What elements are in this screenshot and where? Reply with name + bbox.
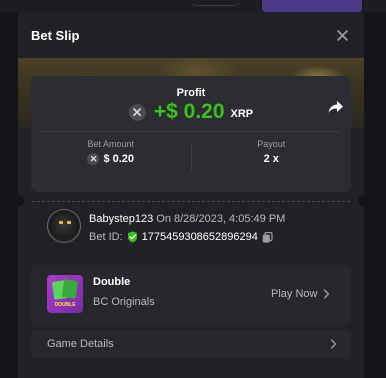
profit-row: +$ 0.20 XRP: [31, 98, 351, 126]
bet-id-line: Bet ID: 1775459308652896294: [89, 231, 273, 243]
avatar-eye: [67, 221, 71, 224]
game-name: Double: [93, 276, 131, 288]
payout-value: 2 x: [263, 153, 279, 165]
bet-time: On 8/28/2023, 4:05:49 PM: [156, 213, 286, 225]
share-button[interactable]: [327, 99, 345, 115]
play-now-button[interactable]: Play Now: [271, 288, 330, 300]
thumb-card-right: [61, 279, 79, 299]
divider: [41, 131, 341, 132]
bet-user-info: Babystep123 On 8/28/2023, 4:05:49 PM Bet…: [47, 209, 347, 259]
shield-check-icon: [127, 231, 137, 243]
avatar-eye: [59, 221, 63, 224]
background-element: [190, 0, 240, 6]
avatar[interactable]: [47, 209, 81, 243]
play-now-label: Play Now: [271, 288, 318, 300]
bet-slip-modal: Bet Slip Profit +$ 0.20 XRP Bet Amount $…: [18, 12, 364, 378]
ticket-notch-left: [18, 195, 24, 207]
thumb-label: DOUBLE: [54, 302, 76, 308]
profit-card: Profit +$ 0.20 XRP Bet Amount $ 0.20 Pay…: [31, 76, 351, 192]
chevron-right-icon: [330, 339, 337, 349]
background-button: [262, 0, 362, 12]
profit-value: +$ 0.20: [153, 100, 225, 123]
game-details-label: Game Details: [47, 338, 114, 350]
ticket-tear-line: [32, 201, 350, 202]
close-icon: [336, 29, 348, 41]
coin-icon: [87, 153, 100, 165]
modal-header: Bet Slip: [18, 12, 364, 58]
share-icon: [328, 101, 343, 113]
game-details-row[interactable]: Game Details: [31, 330, 351, 358]
payout-label: Payout: [257, 139, 286, 149]
bet-amount-stat: Bet Amount $ 0.20: [31, 138, 191, 172]
copy-icon[interactable]: [262, 231, 273, 243]
ticket-notch-right: [358, 195, 364, 207]
bet-id-label: Bet ID:: [89, 231, 123, 243]
bet-amount-value: $ 0.20: [103, 153, 135, 165]
coin-icon: [128, 103, 146, 121]
bet-amount-label: Bet Amount: [87, 139, 135, 149]
bet-amount-value-row: $ 0.20: [31, 153, 191, 165]
username[interactable]: Babystep123: [89, 213, 153, 225]
game-card[interactable]: DOUBLE Double BC Originals Play Now: [31, 267, 351, 324]
profit-currency: XRP: [230, 107, 254, 120]
close-button[interactable]: [334, 27, 350, 43]
payout-stat: Payout 2 x: [192, 138, 352, 172]
bet-stats: Bet Amount $ 0.20 Payout 2 x: [31, 138, 351, 172]
game-thumbnail[interactable]: DOUBLE: [47, 275, 83, 313]
modal-title: Bet Slip: [31, 27, 80, 43]
chevron-right-icon: [324, 289, 330, 299]
bet-id-value: 1775459308652896294: [141, 231, 258, 243]
user-line: Babystep123 On 8/28/2023, 4:05:49 PM: [89, 213, 285, 225]
game-provider: BC Originals: [93, 296, 155, 308]
